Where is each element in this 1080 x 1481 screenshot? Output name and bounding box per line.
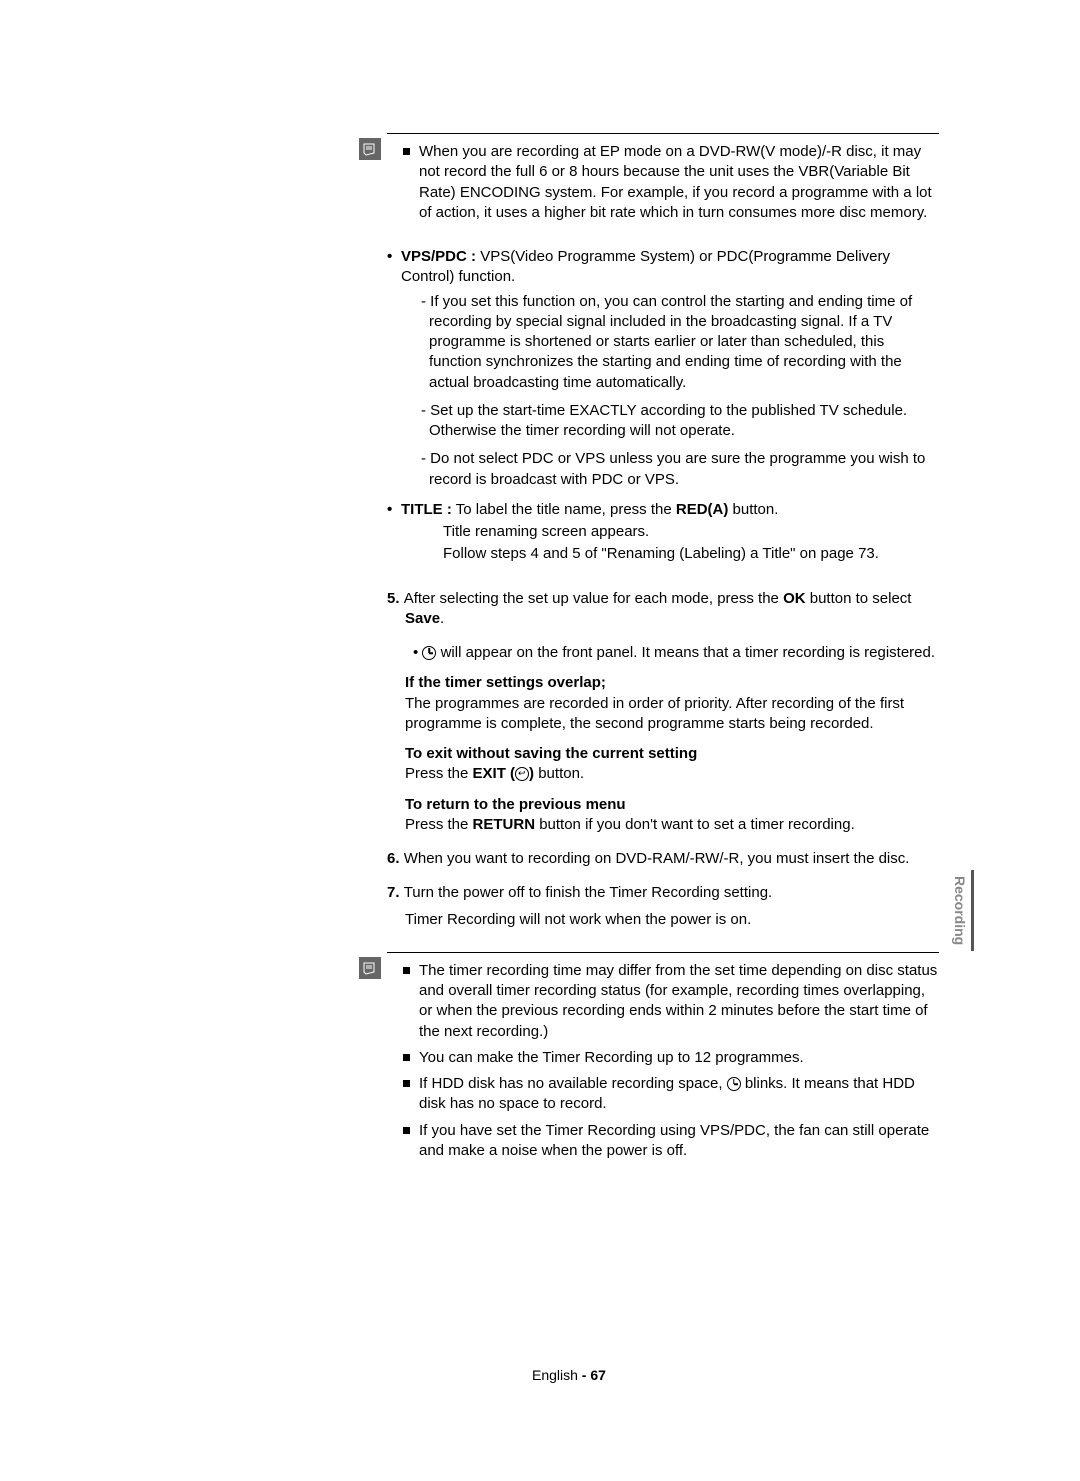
- step5-text2: button to select: [806, 590, 912, 607]
- footer-page: 67: [590, 1367, 606, 1383]
- vpspdc-label: VPS/PDC :: [401, 248, 476, 265]
- note2-item3: If HDD disk has no available recording s…: [403, 1074, 939, 1115]
- title-text2: button.: [728, 501, 778, 518]
- title-line2: Title renaming screen appears.: [443, 522, 939, 542]
- step7-num: 7.: [387, 884, 400, 901]
- title-red: RED(A): [676, 501, 729, 518]
- note-icon: [359, 957, 381, 979]
- step-6: 6. When you want to recording on DVD-RAM…: [387, 849, 939, 869]
- title-item: TITLE : To label the title name, press t…: [387, 500, 939, 520]
- note2-item1: The timer recording time may differ from…: [403, 961, 939, 1042]
- note1-text: When you are recording at EP mode on a D…: [403, 142, 939, 223]
- section-tab: Recording: [949, 870, 974, 951]
- clock-icon: [422, 646, 436, 660]
- exit-icon: [515, 767, 529, 781]
- vpspdc-sub3: - Do not select PDC or VPS unless you ar…: [417, 449, 939, 490]
- step5-text1: After selecting the set up value for eac…: [404, 590, 783, 607]
- footer-lang: English: [532, 1367, 578, 1383]
- step5-num: 5.: [387, 590, 400, 607]
- step6-num: 6.: [387, 850, 400, 867]
- title-text1: To label the title name, press the: [456, 501, 676, 518]
- step5-ok: OK: [783, 590, 806, 607]
- manual-page: When you are recording at EP mode on a D…: [122, 85, 964, 1395]
- note-content: When you are recording at EP mode on a D…: [403, 142, 939, 223]
- step7-text2: Timer Recording will not work when the p…: [405, 910, 939, 930]
- vpspdc-item: VPS/PDC : VPS(Video Programme System) or…: [387, 247, 939, 288]
- exit-section: To exit without saving the current setti…: [405, 744, 939, 785]
- step-7: 7. Turn the power off to finish the Time…: [387, 883, 939, 903]
- vpspdc-sub2: - Set up the start-time EXACTLY accordin…: [417, 401, 939, 442]
- return-section: To return to the previous menu Press the…: [405, 795, 939, 836]
- overlap-text: The programmes are recorded in order of …: [405, 694, 939, 735]
- exit-heading: To exit without saving the current setti…: [405, 744, 939, 764]
- title-line3: Follow steps 4 and 5 of "Renaming (Label…: [443, 544, 939, 564]
- note-icon: [359, 138, 381, 160]
- note-box-2: The timer recording time may differ from…: [387, 952, 939, 1161]
- title-label: TITLE :: [401, 501, 452, 518]
- note-content: The timer recording time may differ from…: [403, 961, 939, 1161]
- content-area: When you are recording at EP mode on a D…: [387, 133, 939, 1185]
- return-text: Press the RETURN button if you don't wan…: [405, 815, 939, 835]
- step6-text: When you want to recording on DVD-RAM/-R…: [404, 850, 910, 867]
- note2-item2: You can make the Timer Recording up to 1…: [403, 1048, 939, 1068]
- step7-text1: Turn the power off to finish the Timer R…: [404, 884, 773, 901]
- exit-text: Press the EXIT () button.: [405, 764, 939, 784]
- page-footer: English - 67: [532, 1367, 606, 1383]
- step-5: 5. After selecting the set up value for …: [387, 589, 939, 630]
- return-heading: To return to the previous menu: [405, 795, 939, 815]
- overlap-heading: If the timer settings overlap;: [405, 673, 939, 693]
- step5-save: Save: [405, 610, 440, 627]
- footer-dash: -: [578, 1367, 590, 1383]
- clock-icon: [727, 1077, 741, 1091]
- step5-text3: .: [440, 610, 444, 627]
- overlap-section: If the timer settings overlap; The progr…: [405, 673, 939, 734]
- vpspdc-sub1: - If you set this function on, you can c…: [417, 292, 939, 393]
- step5-sub: • will appear on the front panel. It mea…: [411, 643, 939, 663]
- note2-item4: If you have set the Timer Recording usin…: [403, 1121, 939, 1162]
- note-box-1: When you are recording at EP mode on a D…: [387, 133, 939, 223]
